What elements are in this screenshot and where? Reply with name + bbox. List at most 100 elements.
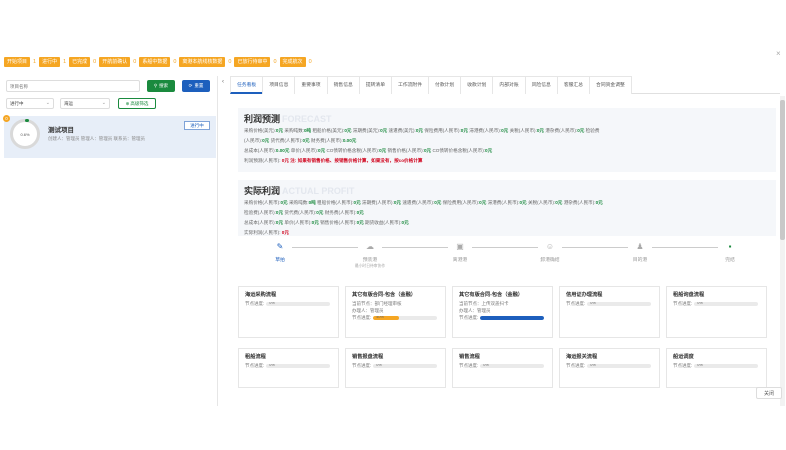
type-select-value: 海运 (64, 101, 73, 106)
workflow-step[interactable]: ♟ 目的港 (610, 242, 670, 263)
project-list-panel: ⚲ 搜索 ⟳ 重置 进行中 ⌄ 海运 ⌄ ⊕ 高级筛选 0.6% 0 测试项目 … (0, 76, 218, 406)
workflow-card[interactable]: 租船询盘流程 节点进度: 0% (666, 286, 767, 338)
search-button[interactable]: ⚲ 搜索 (147, 80, 175, 92)
cloud-icon: ☁ (366, 242, 374, 251)
node-progress: 节点进度: 40% (352, 314, 439, 321)
node-progress-label: 节点进度: (352, 314, 372, 320)
tab-item[interactable]: 收款计划 (460, 76, 494, 94)
actual-field-label: 滞期费(人民币): (361, 200, 394, 205)
tab-item[interactable]: 任务看板 (230, 76, 264, 94)
actual-field-value: 0元 (280, 200, 288, 205)
close-icon[interactable]: × (776, 49, 781, 58)
project-status-button[interactable]: 进行中 (184, 121, 210, 130)
actual-field-label: 租船价格(人民币): (317, 200, 354, 205)
status-select[interactable]: 进行中 ⌄ (6, 98, 54, 109)
workflow-card[interactable]: 船运调度 节点进度: 0% (666, 348, 767, 388)
workflow-card[interactable]: 租船流程 节点进度: 0% (238, 348, 339, 388)
search-input[interactable] (6, 80, 140, 92)
status-chip[interactable]: 离港本航线核数据 0 (179, 57, 231, 67)
type-select[interactable]: 海运 ⌄ (60, 98, 110, 109)
advanced-filter-button[interactable]: ⊕ 高级筛选 (118, 98, 156, 109)
forecast-field-value: 0元 (415, 128, 423, 133)
scroll-thumb[interactable] (780, 100, 785, 240)
node-progress: 节点进度: 0% (245, 362, 332, 369)
workflow-card[interactable]: 海运采购流程 节点进度: 0% (238, 286, 339, 338)
node-progress-label: 节点进度: (566, 362, 586, 368)
workflow-card[interactable]: 其它有版合同-包含（金融） 当前节点：上传双盖扫卡 办理人：管理员 节点进度: (452, 286, 553, 338)
node-progress-text: 0% (483, 363, 489, 367)
tab-item[interactable]: 合同资金调整 (589, 76, 632, 94)
tab-item[interactable]: 项目信息 (262, 76, 296, 94)
task-board: FORECAST 利润预测 采购价格(美元):0元 采购吨数:0吨 租船价格(美… (230, 96, 778, 404)
forecast-field-value: 0元 (380, 128, 388, 133)
node-progress-text: 0% (269, 301, 275, 305)
node-progress-bar: 40% (373, 315, 438, 320)
workflow-card[interactable]: 其它有版合同-包含（金融） 当前节点：部门经理审核 办理人：管理员 节点进度: 40% (345, 286, 446, 338)
chevron-down-icon: ⌄ (45, 100, 50, 106)
node-progress-text: 40% (376, 315, 384, 319)
workflow-step[interactable]: ☺ 卸港确结 (520, 242, 580, 263)
workflow-step[interactable]: ✎ 草拍 (250, 242, 310, 263)
step-sublabel: 最小时日待审协作 (354, 264, 386, 268)
node-progress: 节点进度: 0% (566, 300, 653, 307)
progress-ring-fill (25, 119, 29, 122)
reset-button-label: 重置 (194, 83, 204, 88)
actual-field-label: 采购吨数: (288, 200, 309, 205)
tab-item[interactable]: 重要事项 (294, 76, 328, 94)
status-chip[interactable]: 已完成 0 (69, 57, 96, 67)
flag-icon: ▪ (728, 242, 732, 251)
status-chip[interactable]: 开始项目 1 (4, 57, 36, 67)
forecast-field-value: 0元 (536, 128, 545, 133)
tab-item[interactable]: 工作流附件 (391, 76, 430, 94)
status-chip[interactable]: 完成航次 0 (279, 57, 312, 67)
node-progress-label: 节点进度: (459, 362, 479, 368)
node-progress: 节点进度: (459, 314, 546, 321)
forecast-field-value: 0元 (577, 128, 585, 133)
project-card[interactable]: 0.6% 0 测试项目 创建人：管理员 管理人：管理员 联系员：管理员 进行中 (3, 115, 216, 158)
step-label: 草拍 (275, 258, 285, 263)
person-icon: ♟ (636, 242, 644, 251)
forecast-profit-label: 利润预测(人民币): (244, 158, 281, 163)
forecast-field-label: 财务费(人民币): (310, 138, 343, 143)
tab-item[interactable]: 客服汇总 (556, 76, 591, 94)
actual-field-value: 0元 (275, 220, 284, 225)
workflow-card[interactable]: 信用证办理流程 节点进度: 0% (559, 286, 660, 338)
forecast-field-value: 0元 (318, 148, 326, 153)
edit-icon: ✎ (276, 242, 284, 251)
scrollbar[interactable] (780, 96, 785, 406)
tab-item[interactable]: 内部对账 (492, 76, 526, 94)
tab-item[interactable]: 付款计划 (428, 76, 462, 94)
forecast-field-value: 0吨 (304, 128, 312, 133)
tab-item[interactable]: 提转清单 (358, 76, 393, 94)
reset-button[interactable]: ⟳ 重置 (182, 80, 210, 92)
actual-field-label: 财务费(人民币): (324, 210, 357, 215)
status-chip[interactable]: 系船中数据 0 (139, 57, 176, 67)
status-chip[interactable]: 开航前确认 0 (99, 57, 136, 67)
forecast-field-value: 0元 (485, 148, 493, 153)
forecast-field-label: 租船价格(美元): (312, 128, 345, 133)
workflow-step[interactable]: ☁ 预装港 最小时日待审协作 (340, 242, 400, 269)
workflow-card[interactable]: 海运报关流程 节点进度: 0% (559, 348, 660, 388)
actual-field-label: 港杂费(人民币): (563, 200, 596, 205)
workflow-step[interactable]: ▣ 离港港 (430, 242, 490, 263)
close-button[interactable]: 关闭 (756, 387, 782, 399)
tab-item[interactable]: 风险信息 (524, 76, 558, 94)
workflow-card[interactable]: 销售流程 节点进度: 0% (452, 348, 553, 388)
actual-field-value: 0元 (356, 210, 364, 215)
status-chip-count: 0 (93, 59, 97, 65)
node-progress-text: 0% (590, 363, 596, 367)
status-chip-count: 1 (63, 59, 67, 65)
advanced-filter-label: 高级筛选 (130, 100, 149, 106)
step-label: 完结 (725, 258, 735, 263)
status-chip[interactable]: 进行中 1 (39, 57, 66, 67)
forecast-line: 采购价格(美元):0元 采购吨数:0吨 租船价格(美元):0元 滞期费(美元):… (244, 127, 770, 135)
workflow-card-detail: 办理人：管理员 (459, 308, 491, 313)
workflow-step[interactable]: ▪ 完结 (700, 242, 760, 263)
workflow-card-title: 租船询盘流程 (673, 292, 705, 298)
collapse-left-icon[interactable]: ‹ (222, 79, 224, 85)
workflow-card[interactable]: 销售报盘流程 节点进度: 0% (345, 348, 446, 388)
tab-item[interactable]: 销售信息 (326, 76, 360, 94)
workflow-card-detail: 当前节点：部门经理审核 (352, 301, 402, 306)
project-meta: 创建人：管理员 管理人：管理员 联系员：管理员 (48, 136, 145, 141)
status-chip[interactable]: 已放行待审中 0 (234, 57, 277, 67)
